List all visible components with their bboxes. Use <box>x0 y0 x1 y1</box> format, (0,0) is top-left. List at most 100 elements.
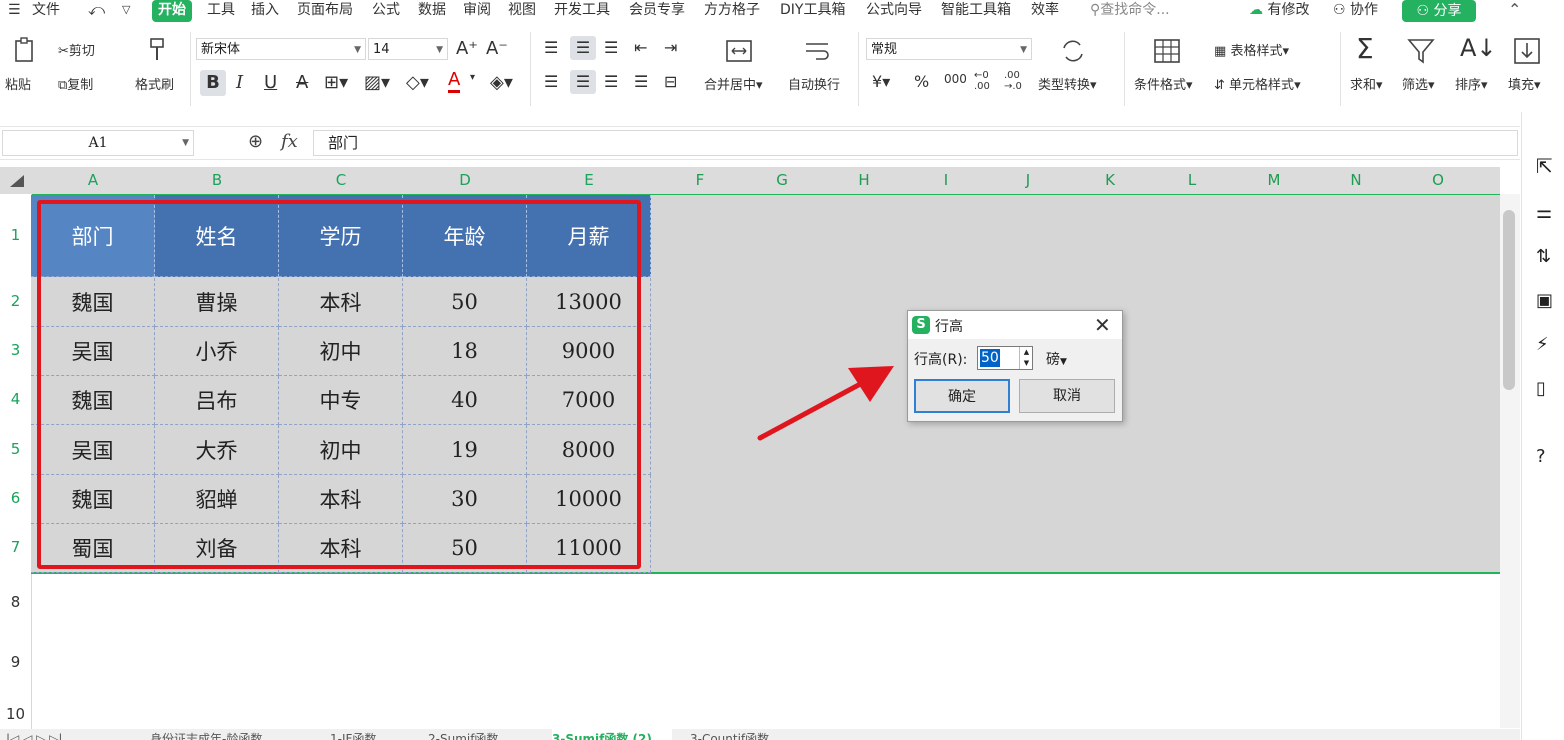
border-icon[interactable]: ⊞▾ <box>324 72 348 93</box>
help-icon[interactable]: ? <box>1536 446 1546 467</box>
column-header-g[interactable]: G <box>741 167 823 194</box>
table-style-button[interactable]: ▦ 表格样式▾ <box>1214 40 1289 59</box>
column-header-h[interactable]: H <box>823 167 905 194</box>
font-color-icon[interactable]: A <box>448 70 461 93</box>
settings-sliders-icon[interactable]: ⚌ <box>1536 202 1552 223</box>
decrease-font-icon[interactable]: A⁻ <box>486 38 508 59</box>
sheet-tab[interactable]: 3-Countif函数 <box>690 729 790 740</box>
wrap-text-icon[interactable] <box>802 36 832 66</box>
name-box[interactable]: A1 ▼ <box>2 130 194 156</box>
menu-file[interactable]: 文件 <box>32 0 60 22</box>
align-right-icon[interactable]: ☰ <box>604 72 618 91</box>
number-format-select[interactable]: 常规 ▼ <box>866 38 1032 60</box>
row-header-4[interactable]: 4 <box>0 375 31 424</box>
cell-style-button[interactable]: ⇵ 单元格样式▾ <box>1214 74 1301 93</box>
tab-fangfang[interactable]: 方方格子 <box>704 0 760 22</box>
select-all-corner[interactable] <box>0 167 31 194</box>
dialog-titlebar[interactable]: S 行高 ✕ <box>908 311 1122 339</box>
italic-icon[interactable]: I <box>236 72 243 93</box>
modified-status[interactable]: ☁ 有修改 <box>1249 0 1309 22</box>
column-header-e[interactable]: E <box>527 167 651 194</box>
paste-icon[interactable] <box>10 36 40 66</box>
tab-data[interactable]: 数据 <box>418 0 446 22</box>
sort-button[interactable]: 排序▾ <box>1455 74 1488 93</box>
row-header-6[interactable]: 6 <box>0 474 31 523</box>
row-height-input[interactable]: 50 ▲ ▼ <box>977 346 1033 370</box>
merge-cells-icon[interactable] <box>724 36 754 66</box>
fill-icon[interactable] <box>1512 36 1542 66</box>
currency-format-button[interactable]: ¥▾ <box>872 72 890 91</box>
flash-icon[interactable]: ⚡ <box>1536 334 1549 355</box>
row-header-7[interactable]: 7 <box>0 523 31 572</box>
indent-increase-icon[interactable]: ⇥ <box>664 38 677 57</box>
tab-developer[interactable]: 开发工具 <box>554 0 610 22</box>
collab-button[interactable]: ⚇ 协作 <box>1333 0 1378 22</box>
unit-dropdown[interactable]: 磅▼ <box>1046 349 1067 369</box>
tab-formula-wizard[interactable]: 公式向导 <box>866 0 922 22</box>
column-header-b[interactable]: B <box>155 167 279 194</box>
merge-center-button[interactable]: 合并居中▾ <box>704 74 763 93</box>
tab-view[interactable]: 视图 <box>508 0 536 22</box>
tab-home[interactable]: 开始 <box>152 0 192 22</box>
column-header-k[interactable]: K <box>1069 167 1151 194</box>
undo-icon[interactable]: ⤺ <box>88 0 105 22</box>
ok-button[interactable]: 确定 <box>914 379 1010 413</box>
font-size-select[interactable]: 14 ▼ <box>368 38 448 60</box>
sheet-tab[interactable]: 1-IF函数 <box>330 729 410 740</box>
justify-icon[interactable]: ☰ <box>634 72 648 91</box>
filter-icon[interactable] <box>1406 36 1436 66</box>
zoom-icon[interactable]: ⊕ <box>248 131 263 152</box>
tab-review[interactable]: 审阅 <box>463 0 491 22</box>
column-header-n[interactable]: N <box>1315 167 1397 194</box>
hamburger-icon[interactable]: ☰ <box>8 0 21 22</box>
first-sheet-icon[interactable]: |◁ ◁ ▷ ▷| <box>6 729 62 740</box>
tab-insert[interactable]: 插入 <box>251 0 279 22</box>
bold-icon[interactable]: B <box>200 70 226 96</box>
image-icon[interactable]: ▣ <box>1536 290 1553 311</box>
search-command[interactable]: ⚲查找命令... <box>1090 0 1170 22</box>
sheet-tab[interactable]: 2-Sumif函数 <box>428 729 528 740</box>
row-header-5[interactable]: 5 <box>0 424 31 474</box>
format-painter-icon[interactable] <box>142 36 172 66</box>
scroll-thumb[interactable] <box>1503 210 1515 390</box>
row-header-8[interactable]: 8 <box>0 572 31 632</box>
sheet-tab[interactable]: 身份证志成年-龄函数 <box>150 729 320 740</box>
cell-style-icon[interactable]: ▨▾ <box>364 72 390 93</box>
column-header-a[interactable]: A <box>31 167 155 194</box>
column-header-d[interactable]: D <box>403 167 527 194</box>
align-left-icon[interactable]: ☰ <box>544 72 558 91</box>
column-header-f[interactable]: F <box>659 167 741 194</box>
fill-color-icon[interactable]: ◇▾ <box>406 72 429 93</box>
distributed-icon[interactable]: ⊟ <box>664 72 677 91</box>
column-header-o[interactable]: O <box>1397 167 1479 194</box>
align-middle-icon[interactable]: ☰ <box>570 36 596 60</box>
quick-access-dropdown-icon[interactable]: ▽ <box>122 0 130 22</box>
clear-format-icon[interactable]: ◈▾ <box>490 72 513 93</box>
increase-font-icon[interactable]: A⁺ <box>456 38 478 59</box>
collapse-ribbon-icon[interactable]: ⌃ <box>1508 0 1521 22</box>
chevron-down-icon[interactable]: ▾ <box>470 72 475 83</box>
sheet-tab-active[interactable]: 3-Sumif函数 (2) <box>552 729 672 740</box>
row-header-3[interactable]: 3 <box>0 326 31 375</box>
book-icon[interactable]: ▯ <box>1536 378 1546 399</box>
cut-button[interactable]: ✂剪切 <box>58 40 95 59</box>
row-header-2[interactable]: 2 <box>0 277 31 326</box>
share-button[interactable]: ⚇ 分享 <box>1402 0 1476 22</box>
tab-member[interactable]: 会员专享 <box>629 0 685 22</box>
align-top-icon[interactable]: ☰ <box>544 38 558 57</box>
copy-button[interactable]: ⧉复制 <box>58 74 93 93</box>
vertical-scrollbar[interactable] <box>1500 194 1520 728</box>
list-sort-icon[interactable]: ⇅ <box>1536 246 1551 267</box>
tab-formulas[interactable]: 公式 <box>372 0 400 22</box>
filter-button[interactable]: 筛选▾ <box>1402 74 1435 93</box>
sort-icon[interactable]: A↓ <box>1460 34 1497 62</box>
sum-button[interactable]: 求和▾ <box>1350 74 1383 93</box>
column-header-m[interactable]: M <box>1233 167 1315 194</box>
type-convert-button[interactable]: 类型转换▾ <box>1038 74 1097 93</box>
conditional-format-icon[interactable] <box>1152 36 1182 66</box>
fill-button[interactable]: 填充▾ <box>1508 74 1541 93</box>
paste-button[interactable]: 粘贴 <box>5 74 31 93</box>
row-header-1[interactable]: 1 <box>0 194 31 277</box>
row-header-9[interactable]: 9 <box>0 632 31 692</box>
indent-decrease-icon[interactable]: ⇤ <box>634 38 647 57</box>
